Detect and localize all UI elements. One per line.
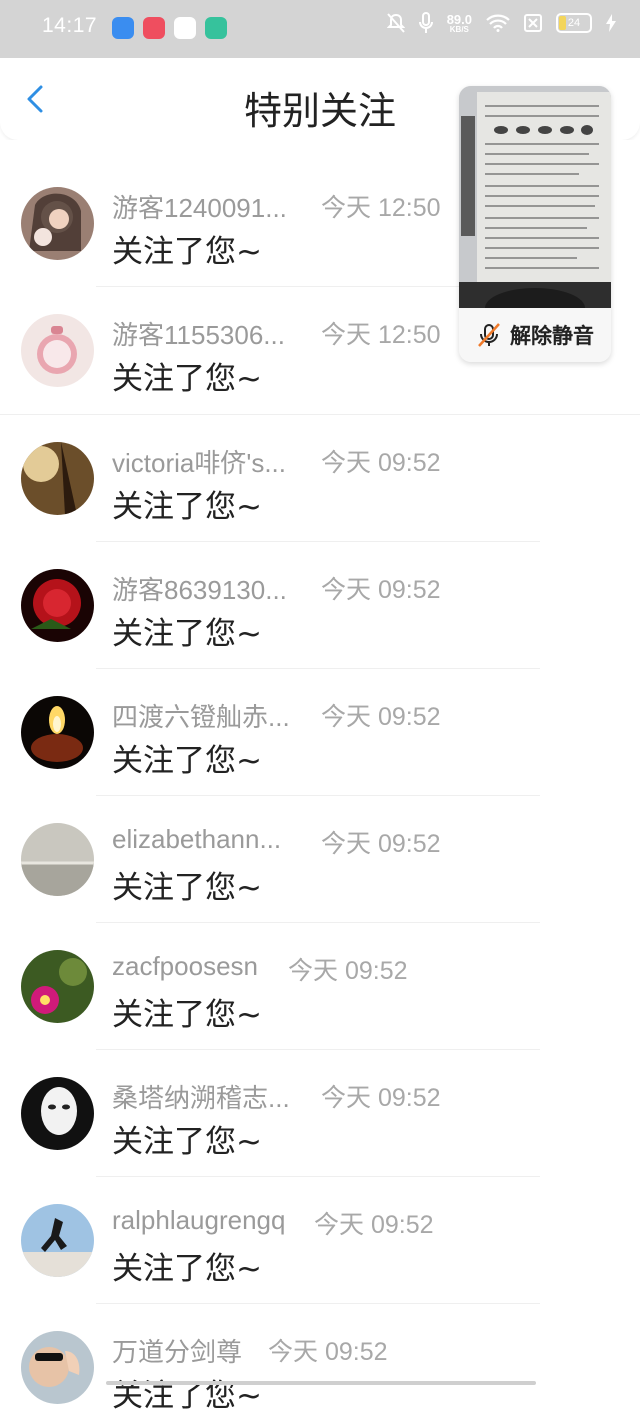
list-item[interactable]: 桑塔纳溯稽志... 今天 09:52 关注了您~	[0, 1050, 640, 1177]
list-item[interactable]: elizabethann... 今天 09:52 关注了您~	[0, 796, 640, 923]
message-text: 关注了您~	[112, 616, 262, 652]
wifi-icon	[486, 14, 510, 32]
user-name: 万道分剑尊	[112, 1337, 243, 1367]
timestamp: 今天 09:52	[268, 1338, 388, 1366]
list-item[interactable]: 万道分剑尊 今天 09:52 关注了您~	[0, 1304, 640, 1414]
user-name: 游客8639130...	[112, 575, 287, 605]
avatar[interactable]	[21, 187, 94, 260]
timestamp: 今天 09:52	[321, 1084, 441, 1112]
avatar[interactable]	[21, 314, 94, 387]
message-text: 关注了您~	[112, 234, 262, 270]
timestamp: 今天 09:52	[321, 576, 441, 604]
user-name: 游客1240091...	[112, 193, 287, 223]
user-name: 四渡六镫舢赤...	[112, 702, 290, 732]
message-text: 关注了您~	[112, 1251, 262, 1287]
list-item[interactable]: victoria啡侪's... 今天 09:52 关注了您~	[0, 415, 640, 542]
user-name: ralphlaugrengq	[112, 1205, 286, 1235]
battery-icon: 24	[556, 13, 592, 33]
network-speed: 89.0 KB/S	[446, 11, 472, 34]
user-name: 游客1155306...	[112, 320, 285, 350]
avatar[interactable]	[21, 1331, 94, 1404]
app-notification-icon	[174, 17, 196, 39]
sim-none-icon	[524, 14, 542, 32]
bell-mute-icon	[386, 13, 405, 33]
list-item[interactable]: 四渡六镫舢赤... 今天 09:52 关注了您~	[0, 669, 640, 796]
user-name: 桑塔纳溯稽志...	[112, 1083, 290, 1113]
timestamp: 今天 09:52	[321, 703, 441, 731]
unmute-label: 解除静音	[510, 324, 594, 348]
list-item[interactable]: zacfpoosesn 今天 09:52 关注了您~	[0, 923, 640, 1050]
mic-off-icon	[478, 323, 500, 347]
avatar[interactable]	[21, 569, 94, 642]
video-preview[interactable]	[459, 86, 611, 328]
user-name: elizabethann...	[112, 824, 282, 854]
timestamp: 今天 09:52	[321, 830, 441, 858]
app-notification-icon	[112, 17, 134, 39]
avatar[interactable]	[21, 1077, 94, 1150]
message-text: 关注了您~	[112, 870, 262, 906]
avatar[interactable]	[21, 696, 94, 769]
avatar[interactable]	[21, 442, 94, 515]
timestamp: 今天 09:52	[288, 957, 408, 985]
message-text: 关注了您~	[112, 1124, 262, 1160]
timestamp: 今天 09:52	[321, 449, 441, 477]
avatar[interactable]	[21, 950, 94, 1023]
message-text: 关注了您~	[112, 489, 262, 525]
horizontal-scrollbar[interactable]	[106, 1381, 536, 1385]
avatar[interactable]	[21, 823, 94, 896]
status-bar: 14:17 89.0 KB/S 24	[0, 0, 640, 58]
microphone-icon	[418, 12, 433, 33]
unmute-button[interactable]: 解除静音	[459, 308, 611, 362]
timestamp: 今天 12:50	[321, 321, 441, 349]
list-item[interactable]: ralphlaugrengq 今天 09:52 关注了您~	[0, 1177, 640, 1304]
timestamp: 今天 12:50	[321, 194, 441, 222]
user-name: victoria啡侪's...	[112, 448, 286, 478]
avatar[interactable]	[21, 1204, 94, 1277]
list-item[interactable]: 游客8639130... 今天 09:52 关注了您~	[0, 542, 640, 669]
message-text: 关注了您~	[112, 997, 262, 1033]
timestamp: 今天 09:52	[314, 1211, 434, 1239]
status-time: 14:17	[42, 14, 98, 37]
message-text: 关注了您~	[112, 361, 262, 397]
floating-video-window[interactable]: 解除静音	[459, 86, 611, 362]
app-notification-icon	[143, 17, 165, 39]
user-name: zacfpoosesn	[112, 951, 258, 981]
charging-icon	[606, 14, 616, 32]
message-text: 关注了您~	[112, 743, 262, 779]
app-notification-icon	[205, 17, 227, 39]
message-text: 关注了您~	[112, 1378, 262, 1414]
